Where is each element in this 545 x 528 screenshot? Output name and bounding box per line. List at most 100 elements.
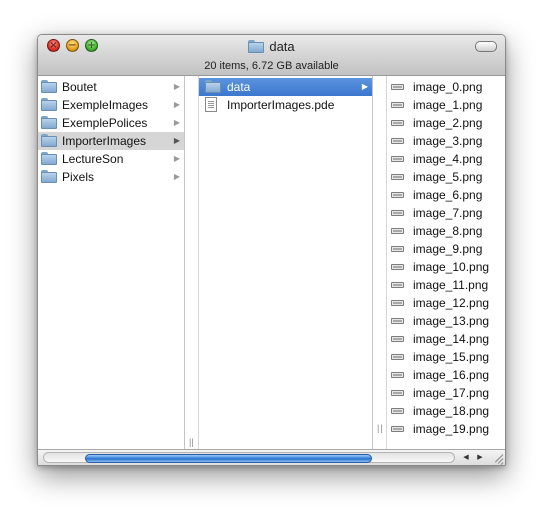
png-file-icon [391,138,404,144]
column3-item[interactable]: image_3.png [387,132,505,150]
png-file-icon [391,84,404,90]
column3-item[interactable]: image_18.png [387,402,505,420]
png-file-icon [391,174,404,180]
column3-item-label: image_10.png [413,260,490,274]
disclosure-arrow-icon: ▶ [173,172,180,181]
column3-item-label: image_5.png [413,170,483,184]
column3-item-label: image_12.png [413,296,490,310]
window-title: data [38,39,505,55]
png-file-icon [391,282,404,288]
png-file-icon [391,192,404,198]
toolbar-toggle-button[interactable] [475,41,497,52]
png-file-icon [391,156,404,162]
column-2: data ▶ ImporterImages.pde [199,76,373,449]
column3-item-label: image_1.png [413,98,483,112]
column3-item[interactable]: image_1.png [387,96,505,114]
folder-icon [41,134,57,147]
column3-item[interactable]: image_9.png [387,240,505,258]
png-file-icon [391,264,404,270]
column3-item[interactable]: image_7.png [387,204,505,222]
document-icon [205,97,217,112]
column-3: image_0.png image_1.png image_2.png image_3… [387,76,505,449]
png-file-icon [391,390,404,396]
disclosure-arrow-icon: ▶ [173,136,180,145]
column3-item[interactable]: image_0.png [387,78,505,96]
column3-item-label: image_15.png [413,350,490,364]
column1-item[interactable]: Pixels ▶ [38,168,184,186]
column1-item-label: ExemplePolices [62,116,148,130]
column3-item-label: image_0.png [413,80,483,94]
png-file-icon [391,408,404,414]
column-resize-handle[interactable]: || [377,423,384,433]
column3-item[interactable]: image_5.png [387,168,505,186]
column3-item-label: image_14.png [413,332,490,346]
column3-item[interactable]: image_15.png [387,348,505,366]
title-bar[interactable]: × − + data 20 items, 6.72 GB available [38,35,505,76]
column-1: Boutet ▶ ExempleImages ▶ ExemplePolices ▶ Impo… [38,76,185,449]
scrollbar-thumb[interactable] [85,454,372,463]
png-file-icon [391,336,404,342]
scroll-right-icon: ▶ [477,453,483,461]
column1-item-label: ImporterImages [62,134,147,148]
column3-item-label: image_11.png [413,278,489,292]
png-file-icon [391,246,404,252]
folder-icon [248,40,265,53]
png-file-icon [391,300,404,306]
column1-item-label: Boutet [62,80,97,94]
column3-item-label: image_3.png [413,134,483,148]
column1-item[interactable]: Boutet ▶ [38,78,184,96]
column-2-resize-strip: || [373,76,387,449]
column2-item[interactable]: ImporterImages.pde [199,96,372,114]
column3-item[interactable]: image_14.png [387,330,505,348]
png-file-icon [391,102,404,108]
column2-item[interactable]: data ▶ [199,78,372,96]
disclosure-arrow-icon: ▶ [173,154,180,163]
window-title-text: data [269,39,295,54]
column3-item-label: image_8.png [413,224,483,238]
folder-icon [41,98,57,111]
disclosure-arrow-icon: ▶ [173,82,180,91]
png-file-icon [391,228,404,234]
column2-item-label: ImporterImages.pde [227,98,335,112]
png-file-icon [391,426,404,432]
column1-item-label: ExempleImages [62,98,149,112]
column3-item-label: image_19.png [413,422,490,436]
column3-item[interactable]: image_13.png [387,312,505,330]
folder-icon [205,80,221,93]
column2-item-label: data [227,80,251,94]
column3-item[interactable]: image_17.png [387,384,505,402]
column3-item[interactable]: image_12.png [387,294,505,312]
disclosure-arrow-icon: ▶ [173,100,180,109]
column3-item[interactable]: image_19.png [387,420,505,438]
column3-item[interactable]: image_16.png [387,366,505,384]
resize-grip[interactable] [491,453,504,465]
column1-item[interactable]: ExemplePolices ▶ [38,114,184,132]
column3-item-label: image_6.png [413,188,483,202]
scroll-left-button[interactable]: ◀ [459,452,473,463]
folder-icon [41,152,57,165]
png-file-icon [391,210,404,216]
column-1-resize-strip [185,76,199,449]
column3-item[interactable]: image_8.png [387,222,505,240]
column1-item-label: Pixels [62,170,95,184]
column1-item[interactable]: ImporterImages ▶ [38,132,184,150]
png-file-icon [391,372,404,378]
column1-item[interactable]: LectureSon ▶ [38,150,184,168]
scrollbar-track[interactable] [43,452,455,463]
disclosure-arrow-icon: ▶ [361,82,368,91]
scroll-right-button[interactable]: ▶ [473,452,487,463]
column3-item[interactable]: image_6.png [387,186,505,204]
column3-item[interactable]: image_10.png [387,258,505,276]
column3-item-label: image_2.png [413,116,483,130]
column3-item-label: image_16.png [413,368,490,382]
column3-item[interactable]: image_4.png [387,150,505,168]
column-resize-handle[interactable]: || [189,437,194,447]
column3-item[interactable]: image_11.png [387,276,505,294]
horizontal-scrollbar[interactable]: ◀ ▶ [38,449,505,465]
png-file-icon [391,354,404,360]
scroll-left-icon: ◀ [463,453,469,461]
finder-window: × − + data 20 items, 6.72 GB available B… [37,34,506,466]
column3-item[interactable]: image_2.png [387,114,505,132]
column3-item-label: image_7.png [413,206,483,220]
column1-item[interactable]: ExempleImages ▶ [38,96,184,114]
